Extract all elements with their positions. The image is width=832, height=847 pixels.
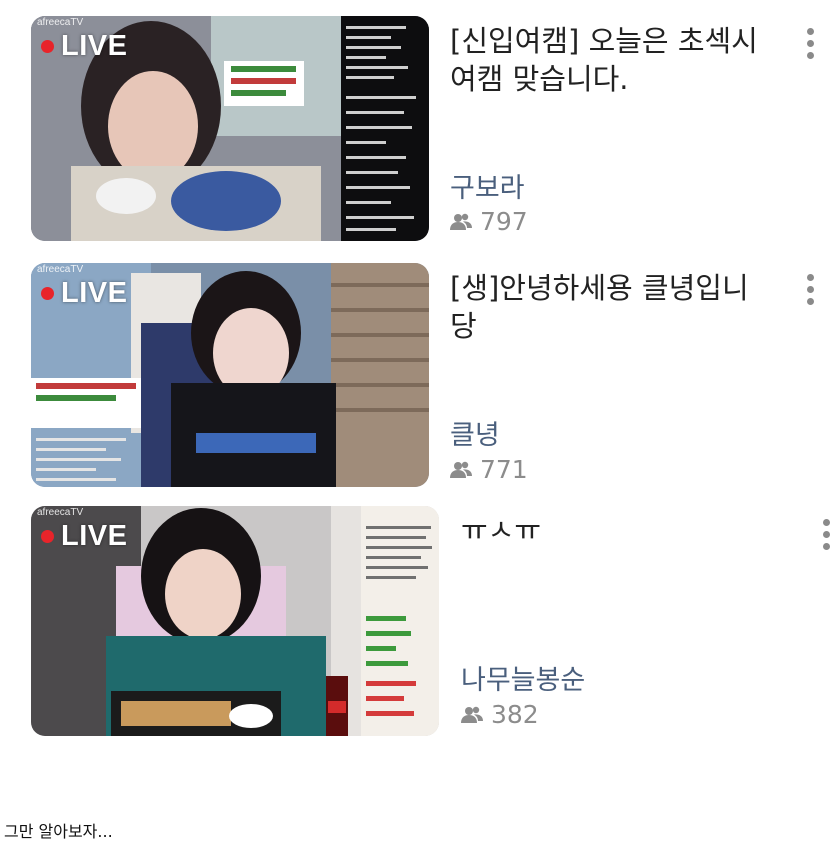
more-options-button[interactable]	[803, 28, 817, 59]
people-icon	[450, 213, 472, 230]
live-dot-icon	[41, 40, 54, 53]
live-dot-icon	[41, 530, 54, 543]
live-badge: LIVE	[41, 30, 127, 63]
viewer-count: 382	[461, 700, 539, 729]
menu-dot-icon	[822, 543, 830, 550]
streamer-name[interactable]: 클녕	[450, 413, 500, 452]
people-icon	[450, 461, 472, 478]
live-dot-icon	[41, 287, 54, 300]
viewer-count-value: 771	[480, 455, 528, 484]
menu-dot-icon	[822, 531, 830, 538]
more-options-button[interactable]	[819, 519, 832, 550]
streamer-name[interactable]: 나무늘봉순	[461, 658, 585, 697]
brand-watermark: afreecaTV	[37, 507, 84, 518]
stream-card[interactable]: afreecaTV LIVE ㅠㅅㅠ 나무늘봉순 382	[0, 495, 832, 745]
viewer-count: 797	[450, 207, 528, 236]
live-label: LIVE	[61, 520, 128, 552]
stream-card[interactable]: afreecaTV LIVE [신입여캠] 오늘은 초섹시 여캠 맞습니다. 구…	[0, 0, 832, 250]
stream-thumbnail[interactable]: afreecaTV LIVE	[31, 263, 429, 487]
live-label: LIVE	[61, 30, 128, 62]
menu-dot-icon	[822, 519, 830, 526]
live-label: LIVE	[61, 277, 128, 309]
stream-thumbnail[interactable]: afreecaTV LIVE	[31, 16, 429, 241]
stream-title[interactable]: [신입여캠] 오늘은 초섹시 여캠 맞습니다.	[450, 22, 770, 98]
menu-dot-icon	[806, 40, 814, 47]
viewer-count-value: 382	[491, 700, 539, 729]
brand-watermark: afreecaTV	[37, 17, 84, 28]
stream-thumbnail[interactable]: afreecaTV LIVE	[31, 506, 439, 736]
viewer-count-value: 797	[480, 207, 528, 236]
menu-dot-icon	[806, 286, 814, 293]
viewer-count: 771	[450, 455, 528, 484]
menu-dot-icon	[806, 28, 814, 35]
stream-card[interactable]: afreecaTV LIVE [생]안녕하세용 클녕입니당 클녕 771	[0, 250, 832, 495]
stream-title[interactable]: [생]안녕하세용 클녕입니당	[450, 269, 770, 345]
menu-dot-icon	[806, 298, 814, 305]
stream-title[interactable]: ㅠㅅㅠ	[461, 511, 781, 549]
more-options-button[interactable]	[803, 274, 817, 305]
live-badge: LIVE	[41, 520, 127, 553]
menu-dot-icon	[806, 274, 814, 281]
streamer-name[interactable]: 구보라	[450, 166, 525, 205]
brand-watermark: afreecaTV	[37, 264, 84, 275]
live-badge: LIVE	[41, 277, 127, 310]
people-icon	[461, 706, 483, 723]
caption-text: 그만 알아보자...	[4, 822, 113, 841]
menu-dot-icon	[806, 52, 814, 59]
